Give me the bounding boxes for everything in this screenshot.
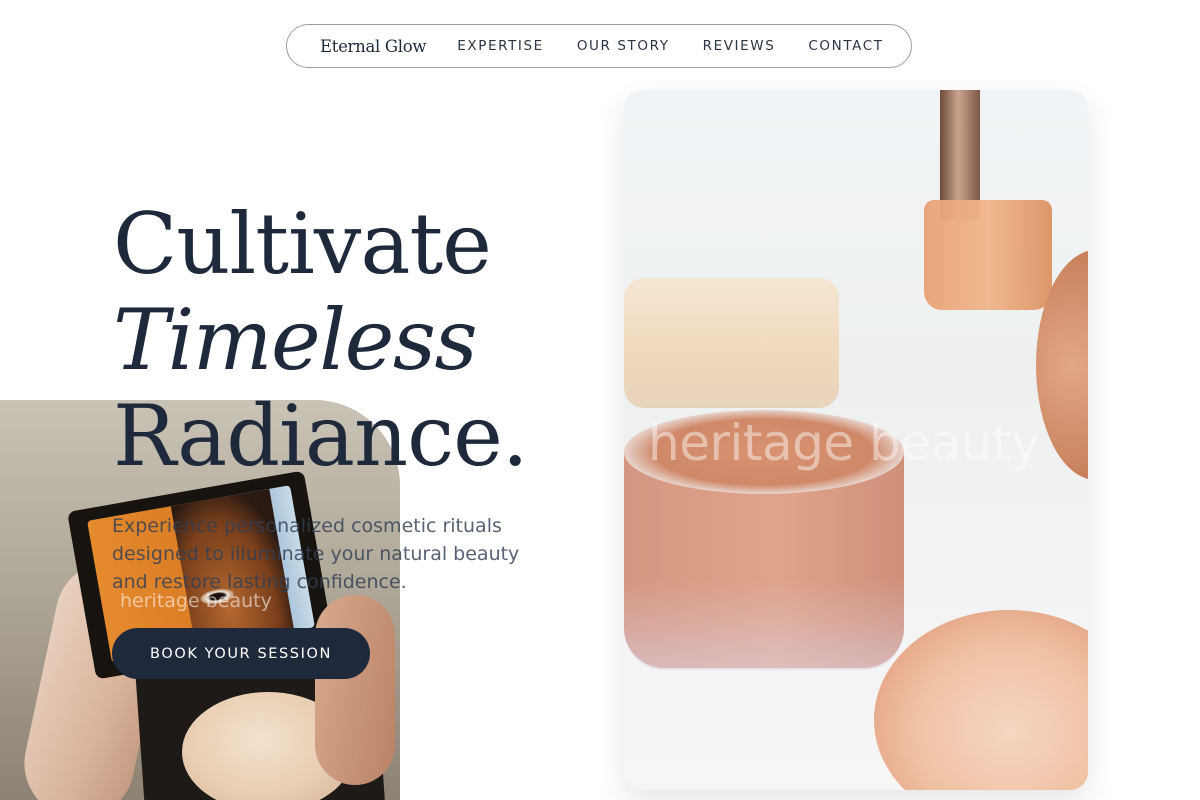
right-photo-watermark: heritage beauty: [648, 414, 1041, 472]
main-navigation: Eternal Glow EXPERTISE OUR STORY REVIEWS…: [286, 24, 912, 68]
nav-link-reviews[interactable]: REVIEWS: [703, 38, 776, 54]
headline-line-2: Timeless: [113, 291, 478, 389]
headline-line-1: Cultivate: [113, 195, 492, 293]
photo-thumb-shape: [315, 595, 395, 785]
brand-logo[interactable]: Eternal Glow: [320, 37, 427, 56]
back-jar-shape: [624, 278, 839, 408]
nav-link-contact[interactable]: CONTACT: [808, 38, 883, 54]
jar-reflection-shape: [624, 580, 904, 670]
cosmetic-jars-photo: heritage beauty: [624, 90, 1088, 790]
book-session-button[interactable]: BOOK YOUR SESSION: [112, 628, 370, 679]
nav-link-our-story[interactable]: OUR STORY: [577, 38, 670, 54]
hero-headline: Cultivate Timeless Radiance.: [113, 195, 529, 485]
foundation-bottle-shape: [924, 200, 1052, 310]
page: Eternal Glow EXPERTISE OUR STORY REVIEWS…: [0, 0, 1200, 800]
headline-line-3: Radiance.: [113, 387, 529, 485]
nav-link-expertise[interactable]: EXPERTISE: [457, 38, 544, 54]
hero-subtitle: Experience personalized cosmetic rituals…: [112, 515, 520, 593]
